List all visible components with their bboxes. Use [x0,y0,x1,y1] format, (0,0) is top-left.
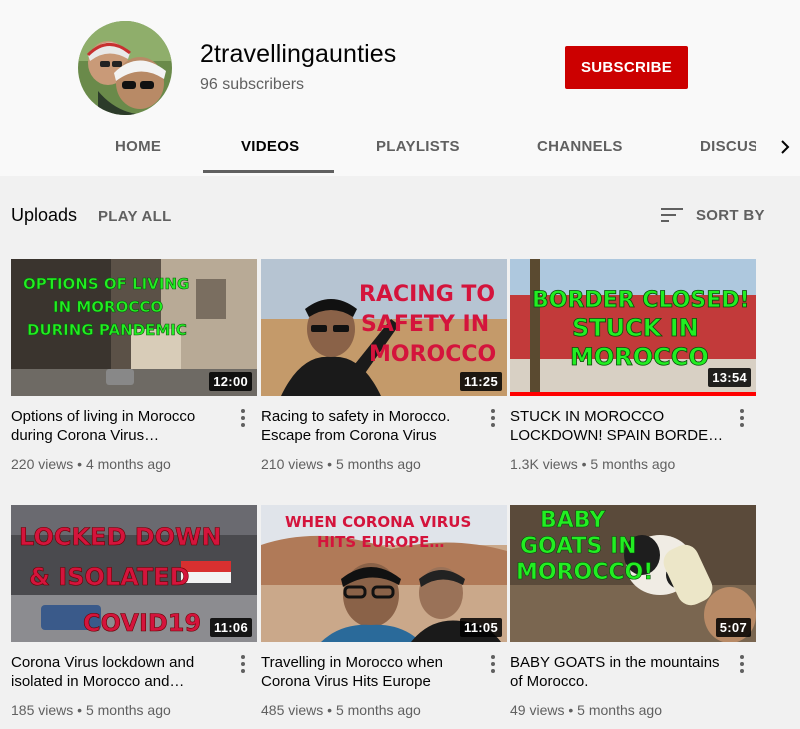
upload-age: 5 months ago [590,456,676,472]
video-thumbnail[interactable]: OPTIONS OF LIVING IN MOROCCO DURING PAND… [11,259,257,396]
video-meta: 220 views • 4 months ago [11,456,171,472]
play-all-button[interactable]: PLAY ALL [98,208,172,225]
sort-by-button[interactable]: SORT BY [696,207,765,224]
video-card[interactable]: BABY GOATS IN MOROCCO! 5:07 BABY GOATS i… [510,505,756,725]
thumb-caption: HITS EUROPE… [317,533,444,551]
meta-separator: • [77,702,83,718]
watched-progress-bar [510,392,756,396]
video-title[interactable]: Racing to safety in Morocco. Escape from… [261,407,479,445]
video-duration: 13:54 [708,368,751,387]
video-card[interactable]: WHEN CORONA VIRUS HITS EUROPE… 11:05 Tra… [261,505,507,725]
video-duration: 5:07 [715,618,751,637]
meta-separator: • [327,702,333,718]
video-card[interactable]: RACING TO SAFETY IN MOROCCO 11:25 Racing… [261,259,507,479]
video-card[interactable]: BORDER CLOSED! STUCK IN MOROCCO 13:54 ST… [510,259,756,479]
thumb-caption: MOROCCO [369,342,496,367]
channel-header: 2travellingaunties 96 subscribers SUBSCR… [0,0,800,176]
upload-age: 4 months ago [85,456,171,472]
video-meta: 485 views • 5 months ago [261,702,421,718]
thumb-caption: MOROCCO! [516,560,653,585]
thumb-caption: SAFETY IN [361,312,489,337]
video-thumbnail[interactable]: BORDER CLOSED! STUCK IN MOROCCO 13:54 [510,259,756,396]
more-options-icon[interactable] [237,653,249,675]
view-count: 185 views [11,702,74,718]
thumb-caption: BABY [540,508,606,533]
view-count: 485 views [261,702,324,718]
thumb-caption: LOCKED DOWN [19,523,222,551]
thumb-caption: MOROCCO [570,343,709,371]
tab-discussion[interactable]: DISCUS [700,138,756,155]
meta-separator: • [327,456,333,472]
thumb-caption: RACING TO [359,282,495,307]
channel-tabs: HOME VIDEOS PLAYLISTS CHANNELS DISCUS [0,120,800,176]
more-options-icon[interactable] [237,407,249,429]
video-meta: 1.3K views • 5 months ago [510,456,675,472]
video-thumbnail[interactable]: LOCKED DOWN & ISOLATED COVID19 11:06 [11,505,257,642]
view-count: 1.3K views [510,456,578,472]
chevron-right-icon[interactable] [776,135,796,159]
view-count: 220 views [11,456,74,472]
upload-age: 5 months ago [335,456,421,472]
thumb-caption: STUCK IN [572,314,699,342]
thumb-caption: WHEN CORONA VIRUS [285,513,471,531]
thumb-caption: DURING PANDEMIC [27,321,187,339]
video-duration: 12:00 [209,372,252,391]
meta-separator: • [581,456,587,472]
active-tab-indicator [203,170,334,173]
more-options-icon[interactable] [736,407,748,429]
view-count: 49 views [510,702,565,718]
video-duration: 11:05 [459,618,502,637]
sort-icon[interactable] [661,206,683,224]
tab-channels[interactable]: CHANNELS [537,138,623,155]
thumb-caption: & ISOLATED [29,563,190,591]
channel-name: 2travellingaunties [200,40,397,68]
tab-home[interactable]: HOME [115,138,161,155]
video-thumbnail[interactable]: RACING TO SAFETY IN MOROCCO 11:25 [261,259,507,396]
view-count: 210 views [261,456,324,472]
tab-playlists[interactable]: PLAYLISTS [376,138,460,155]
thumb-caption: BORDER CLOSED! [532,288,750,313]
more-options-icon[interactable] [487,407,499,429]
video-title[interactable]: Travelling in Morocco when Corona Virus … [261,653,479,691]
more-options-icon[interactable] [487,653,499,675]
video-title[interactable]: STUCK IN MOROCCO LOCKDOWN! SPAIN BORDE… [510,407,728,445]
video-duration: 11:25 [459,372,502,391]
video-thumbnail[interactable]: BABY GOATS IN MOROCCO! 5:07 [510,505,756,642]
thumb-caption: GOATS IN [520,534,637,559]
video-title[interactable]: BABY GOATS in the mountains of Morocco. [510,653,728,691]
subscribe-button[interactable]: SUBSCRIBE [565,46,688,89]
video-title[interactable]: Options of living in Morocco during Coro… [11,407,229,445]
video-meta: 210 views • 5 months ago [261,456,421,472]
upload-age: 5 months ago [85,702,171,718]
meta-separator: • [77,456,83,472]
video-card[interactable]: LOCKED DOWN & ISOLATED COVID19 11:06 Cor… [11,505,257,725]
video-title[interactable]: Corona Virus lockdown and isolated in Mo… [11,653,229,691]
meta-separator: • [568,702,574,718]
video-thumbnail[interactable]: WHEN CORONA VIRUS HITS EUROPE… 11:05 [261,505,507,642]
video-duration: 11:06 [209,618,252,637]
thumb-caption: IN MOROCCO [53,298,163,316]
video-meta: 49 views • 5 months ago [510,702,662,718]
tab-videos[interactable]: VIDEOS [241,138,299,155]
thumb-caption: COVID19 [83,609,201,637]
section-title: Uploads [11,205,78,225]
video-meta: 185 views • 5 months ago [11,702,171,718]
upload-age: 5 months ago [335,702,421,718]
channel-avatar[interactable] [78,21,172,115]
upload-age: 5 months ago [577,702,662,718]
video-card[interactable]: OPTIONS OF LIVING IN MOROCCO DURING PAND… [11,259,257,479]
subscriber-count: 96 subscribers [200,76,305,93]
thumb-caption: OPTIONS OF LIVING [23,275,189,293]
more-options-icon[interactable] [736,653,748,675]
